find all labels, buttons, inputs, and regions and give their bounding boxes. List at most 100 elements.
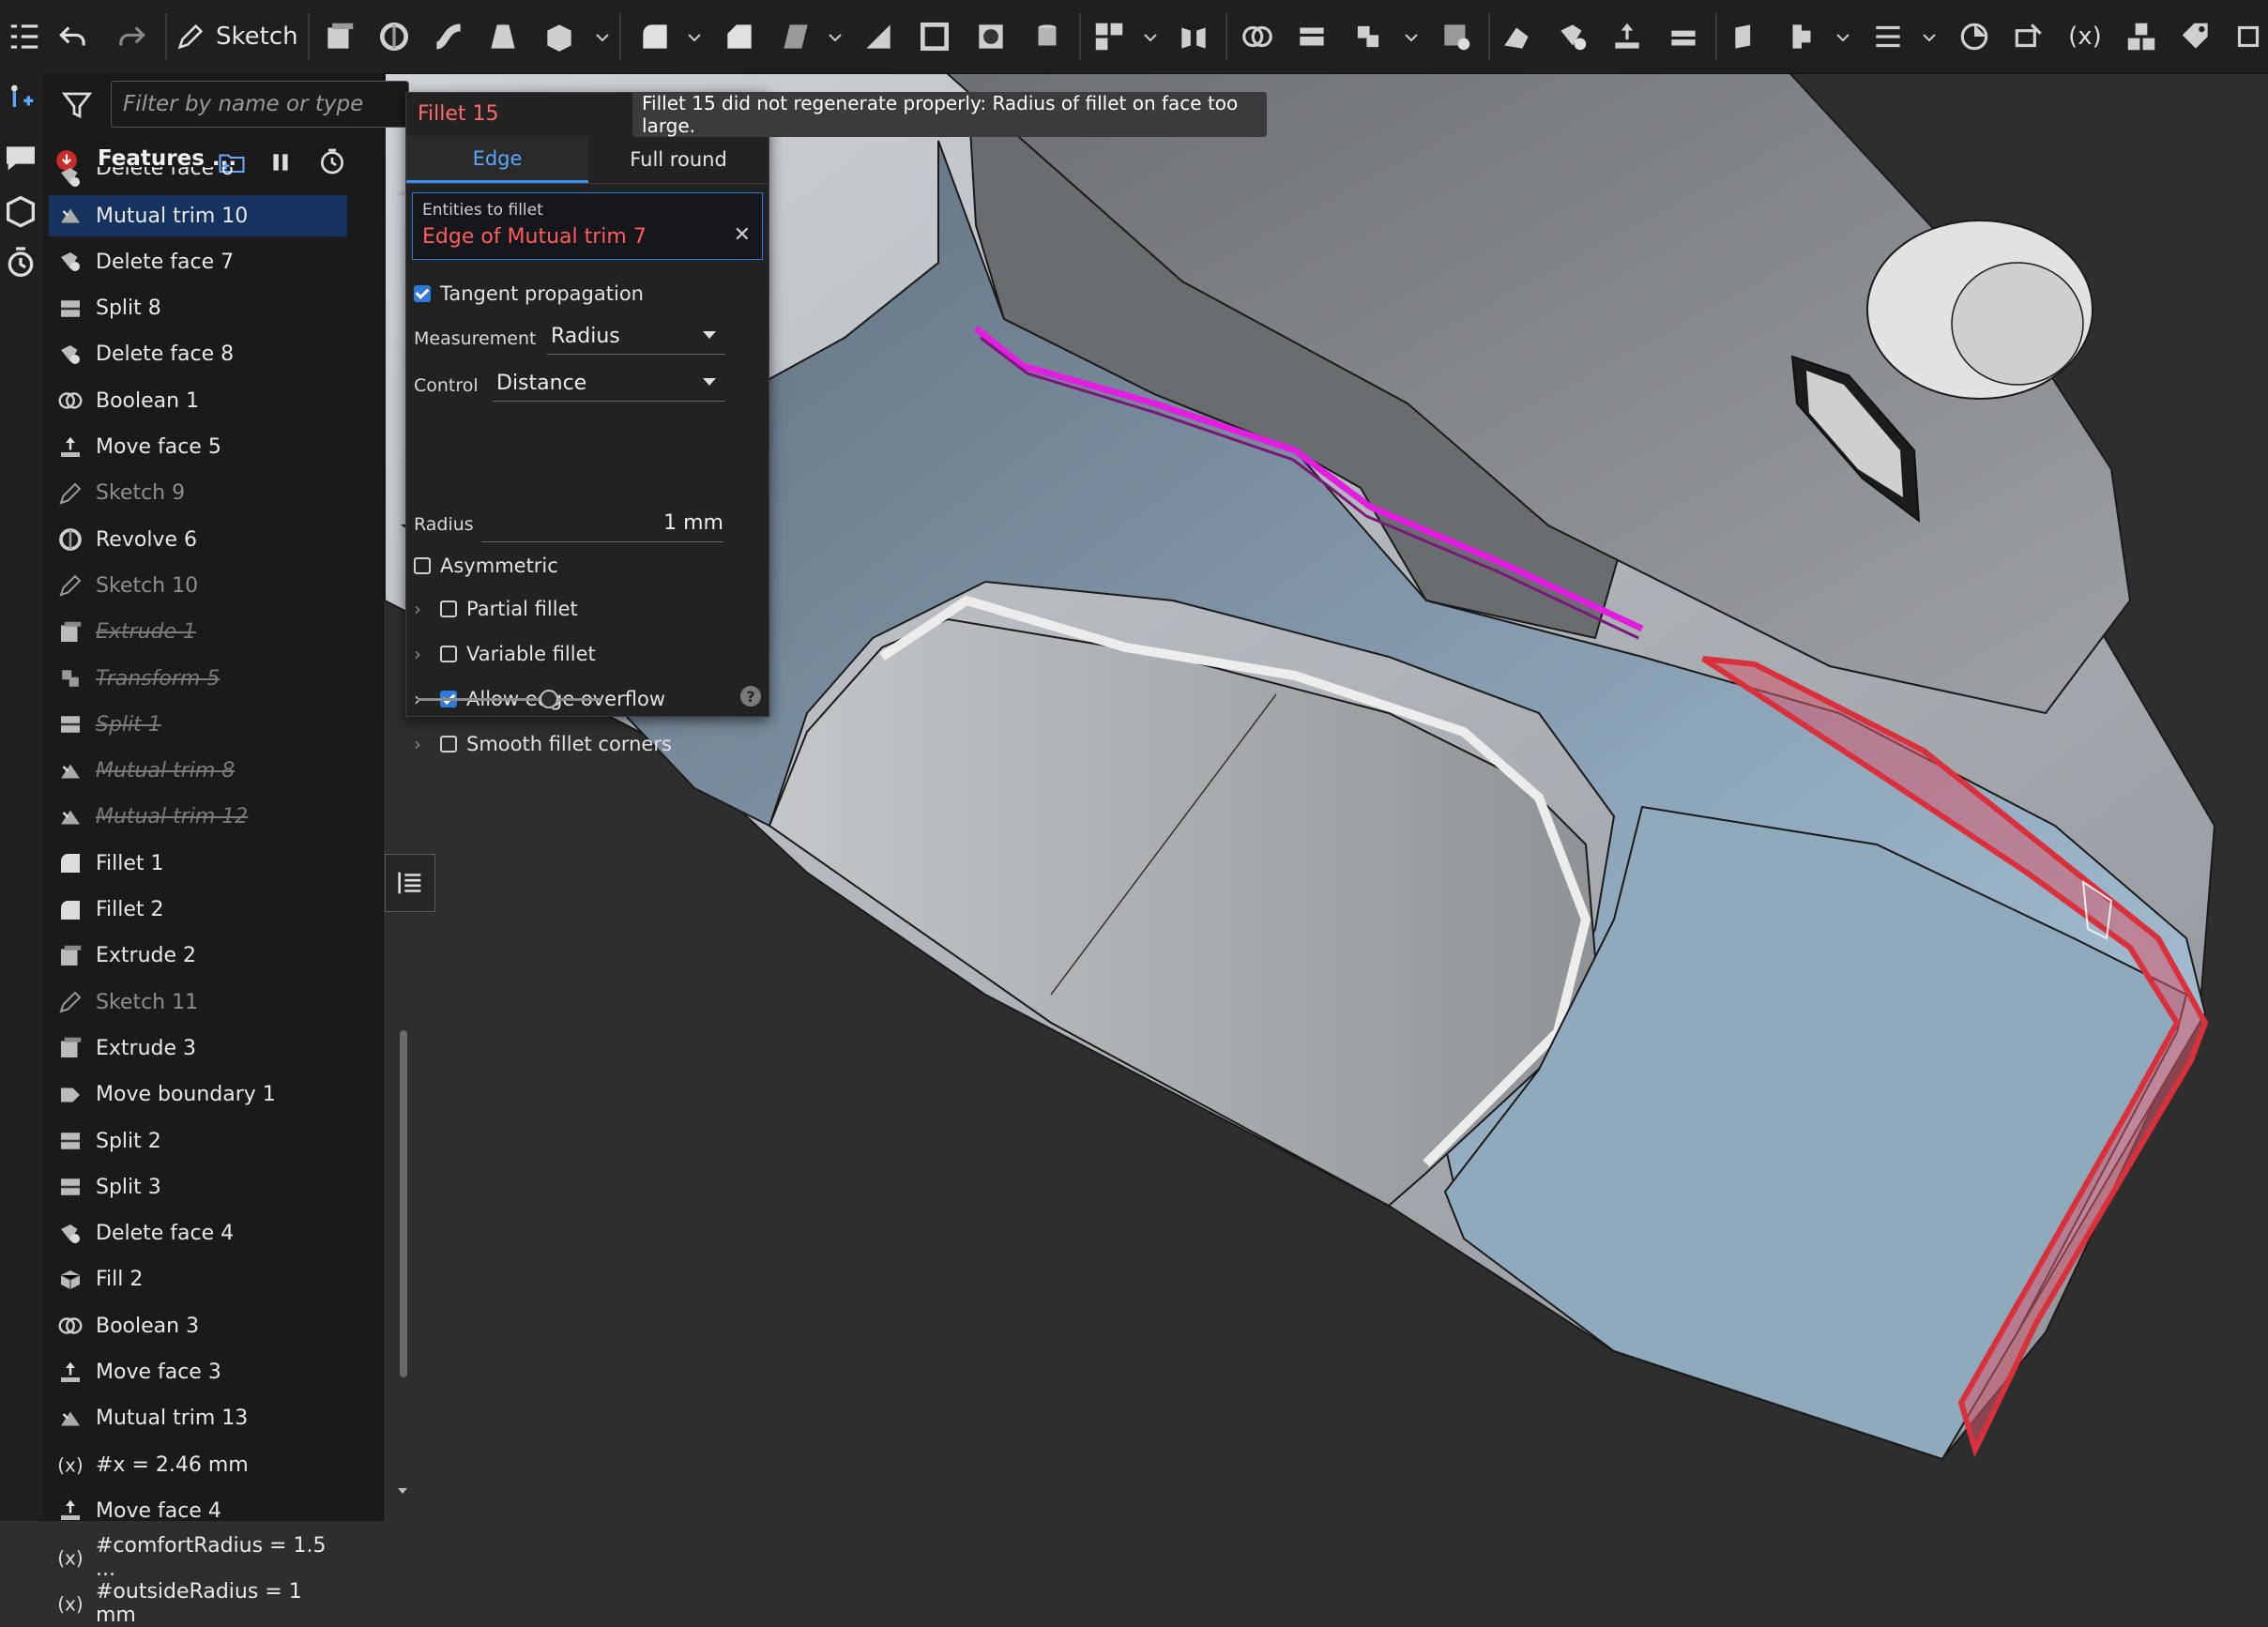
list-item[interactable]: Delete face 8 [49,334,347,375]
preview-slider-track[interactable] [418,698,601,701]
smooth-fillet-corners-checkbox[interactable] [440,736,457,753]
close-icon[interactable]: ✕ [734,223,751,247]
chevron-down-icon[interactable] [1402,28,1421,47]
scroll-down-icon[interactable] [396,1484,409,1498]
chevron-right-icon[interactable]: › [414,643,433,665]
list-item[interactable]: Sketch 9 [49,473,347,514]
partial-fillet-checkbox[interactable] [440,601,457,617]
thicken-tool-icon[interactable] [535,12,584,61]
replace-face-tool-icon[interactable] [1659,12,1708,61]
list-item[interactable]: Split 3 [49,1166,347,1208]
add-feature-icon[interactable] [2,79,39,116]
scroll-thumb[interactable] [400,1030,407,1377]
tab-full-round[interactable]: Full round [588,136,769,183]
plane-tool-icon[interactable] [1723,12,1772,61]
chevron-down-icon[interactable] [685,28,704,47]
undo-icon[interactable] [49,12,98,61]
tab-edge[interactable]: Edge [406,136,588,183]
list-item[interactable]: Extrude 2 [49,935,347,977]
measurement-select[interactable]: Radius [547,318,725,355]
measure-tool-icon[interactable] [2004,12,2053,61]
variable-tool-icon[interactable]: (x) [2061,12,2109,61]
transform-tool-icon[interactable] [1344,12,1393,61]
mirror-tool-icon[interactable] [1169,12,1218,61]
list-item[interactable]: Delete face 6 [49,167,347,188]
loft-tool-icon[interactable] [479,12,527,61]
list-item[interactable]: Fillet 1 [49,843,347,884]
asymmetric-checkbox[interactable] [414,557,431,574]
delete-part-tool-icon[interactable] [1432,12,1481,61]
list-item[interactable]: Extrude 1 [49,612,347,653]
section-tool-icon[interactable] [1950,12,1999,61]
shell-tool-icon[interactable] [910,12,959,61]
help-icon[interactable]: ? [740,686,761,707]
split-tool-icon[interactable] [1287,12,1336,61]
sweep-tool-icon[interactable] [424,12,473,61]
chevron-right-icon[interactable]: › [414,733,433,755]
thread-tool-icon[interactable] [1023,12,1072,61]
chevron-down-icon[interactable] [826,28,845,47]
preview-slider-handle[interactable] [540,690,558,708]
control-select[interactable]: Distance [493,365,725,402]
chevron-right-icon[interactable]: › [414,598,433,620]
filter-icon[interactable] [60,88,94,122]
list-item[interactable]: Delete face 7 [49,241,347,282]
entities-to-fillet-field[interactable]: Entities to fillet Edge of Mutual trim 7… [412,192,763,260]
partial-fillet-row[interactable]: › Partial fillet [414,592,578,626]
more-tools-icon[interactable] [2224,12,2268,61]
draft-tool-icon[interactable] [771,12,820,61]
delete-face-tool-icon[interactable] [1548,12,1597,61]
chevron-down-icon[interactable] [1834,28,1852,47]
list-item[interactable]: Mutual trim 13 [49,1398,347,1439]
list-item[interactable]: Mutual trim 10 [49,195,347,236]
hole-tool-icon[interactable] [967,12,1015,61]
assembly-tool-icon[interactable] [2117,12,2166,61]
list-item[interactable]: Mutual trim 8 [49,751,347,792]
list-item[interactable]: Fill 2 [49,1259,347,1300]
list-item[interactable]: (x) #x = 2.46 mm [49,1444,347,1485]
entities-value[interactable]: Edge of Mutual trim 7 [422,225,647,249]
chevron-down-icon[interactable] [593,28,612,47]
redo-icon[interactable] [107,12,156,61]
chevron-down-icon[interactable] [1920,28,1939,47]
revolve-tool-icon[interactable] [370,12,419,61]
variable-fillet-checkbox[interactable] [440,646,457,662]
list-item[interactable]: Extrude 3 [49,1027,347,1069]
list-item[interactable]: Move face 3 [49,1352,347,1393]
list-item[interactable]: Split 2 [49,1120,347,1162]
list-item[interactable]: Transform 5 [49,658,347,699]
list-item[interactable]: Boolean 1 [49,380,347,421]
list-item[interactable]: Move face 5 [49,427,347,468]
list-item[interactable]: Sketch 10 [49,565,347,606]
helix-tool-icon[interactable] [1864,12,1912,61]
list-item[interactable]: Move boundary 1 [49,1074,347,1116]
sketch-button[interactable]: Sketch [175,12,298,61]
comment-icon[interactable] [2,139,39,176]
list-item[interactable]: Fillet 2 [49,890,347,931]
list-item[interactable]: Mutual trim 12 [49,797,347,838]
filter-input[interactable]: Filter by name or type [111,81,409,128]
extrude-tool-icon[interactable] [315,12,364,61]
mate-connector-tool-icon[interactable] [1777,12,1826,61]
fillet-tool-icon[interactable] [631,12,679,61]
tangent-propagation-row[interactable]: Tangent propagation [414,277,644,311]
list-item[interactable]: Move face 4 [49,1490,347,1531]
list-item[interactable]: (x) #comfortRadius = 1.5 ... [49,1534,347,1581]
smooth-fillet-corners-row[interactable]: › Smooth fillet corners [414,727,672,761]
list-item[interactable]: Sketch 11 [49,981,347,1023]
move-face-tool-icon[interactable] [1603,12,1652,61]
list-item[interactable]: Split 1 [49,704,347,745]
modify-fillet-tool-icon[interactable] [1492,12,1541,61]
boolean-tool-icon[interactable] [1233,12,1282,61]
feature-list-icon[interactable] [0,12,49,61]
list-item[interactable]: (x) #outsideRadius = 1 mm [49,1580,347,1627]
list-item[interactable]: Revolve 6 [49,519,347,560]
variable-fillet-row[interactable]: › Variable fillet [414,637,596,671]
radius-input[interactable]: 1 mm [481,506,723,542]
list-item[interactable]: Boolean 3 [49,1305,347,1346]
chamfer-tool-icon[interactable] [715,12,764,61]
pattern-tool-icon[interactable] [1085,12,1134,61]
asymmetric-row[interactable]: Asymmetric [414,549,558,583]
parts-icon[interactable] [2,191,39,229]
chevron-down-icon[interactable] [1141,28,1160,47]
